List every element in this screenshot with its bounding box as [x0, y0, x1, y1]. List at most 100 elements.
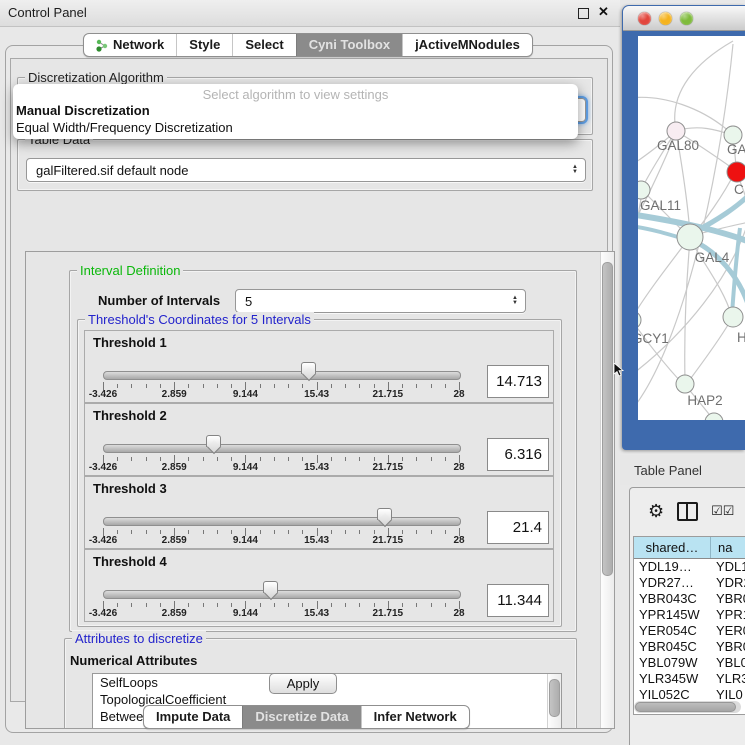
algorithm-option-equal-width[interactable]: Equal Width/Frequency Discretization [13, 120, 578, 137]
tick-mark [445, 457, 446, 461]
column-header[interactable]: shared… [634, 537, 711, 558]
float-window-icon[interactable] [578, 8, 589, 19]
network-node-h[interactable] [723, 307, 743, 327]
tick-label: 15.43 [304, 462, 329, 473]
close-icon[interactable]: ✕ [598, 4, 609, 20]
network-icon [96, 39, 108, 52]
tick-mark [374, 384, 375, 388]
network-graph: GAL80GACGAL11GAL4GCY1HHAP2 [638, 36, 745, 420]
threshold-value-input[interactable]: 14.713 [487, 365, 549, 398]
tick-mark [302, 530, 303, 534]
mac-close-icon[interactable] [638, 12, 651, 25]
network-edge[interactable] [638, 237, 690, 318]
threshold-slider-track[interactable] [103, 590, 461, 599]
table-horizontal-scrollbar-thumb[interactable] [635, 702, 736, 712]
table-data-combobox[interactable]: galFiltered.sif default node ▲▼ [26, 158, 586, 182]
tick-mark [445, 384, 446, 388]
slider-tick-labels: -3.4262.8599.14415.4321.71528 [103, 389, 459, 401]
tick-mark [274, 603, 275, 607]
tick-mark [231, 603, 232, 607]
cyni-toolbox-content: Discretization Algorithm ▲▼ Table Data g… [10, 58, 608, 702]
network-node-gcy1[interactable] [638, 311, 641, 329]
slider-tick-labels: -3.4262.8599.14415.4321.71528 [103, 608, 459, 620]
tick-label: -3.426 [89, 389, 117, 400]
threshold-row: Threshold 4-3.4262.8599.14415.4321.71528… [84, 549, 554, 622]
tick-mark [260, 530, 261, 534]
application-window: Control Panel ✕ Network Style SelectCyni T… [0, 0, 745, 745]
tick-mark [146, 384, 147, 388]
algorithm-option-manual[interactable]: Manual Discretization [13, 103, 578, 120]
table-cell: YDL1 [711, 559, 745, 575]
tick-mark [131, 603, 132, 607]
network-node[interactable] [705, 413, 723, 420]
tick-mark [231, 384, 232, 388]
threshold-value-input[interactable]: 11.344 [487, 584, 549, 617]
column-header[interactable]: na [711, 537, 745, 558]
table-horizontal-scrollbar[interactable] [634, 701, 741, 713]
tab-label: Infer Network [374, 706, 457, 728]
tick-mark [416, 603, 417, 607]
threshold-slider-track[interactable] [103, 444, 461, 453]
threshold-slider-thumb[interactable] [377, 508, 392, 528]
threshold-slider-thumb[interactable] [301, 362, 316, 382]
network-edge[interactable] [685, 239, 690, 381]
table-row[interactable]: YDR27…YDR2 [634, 575, 745, 591]
threshold-slider-track[interactable] [103, 517, 461, 526]
table-panel-titlebar: Table Panel [620, 455, 745, 485]
tick-label: 2.859 [162, 535, 187, 546]
apply-button[interactable]: Apply [269, 673, 337, 694]
network-node-hap2[interactable] [676, 375, 694, 393]
tab-label: Style [189, 34, 220, 56]
network-canvas[interactable]: GAL80GACGAL11GAL4GCY1HHAP2 [638, 36, 745, 420]
threshold-slider-thumb[interactable] [206, 435, 221, 455]
tab-select[interactable]: Select [232, 34, 295, 56]
threshold-slider-track[interactable] [103, 371, 461, 380]
threshold-value-input[interactable]: 6.316 [487, 438, 549, 471]
tick-mark [345, 384, 346, 388]
table-row[interactable]: YER054CYER0 [634, 623, 745, 639]
table-row[interactable]: YLR345WYLR3 [634, 671, 745, 687]
tick-mark [416, 384, 417, 388]
control-panel-titlebar: Control Panel ✕ [0, 0, 620, 27]
number-of-intervals-combobox[interactable]: 5 ▲▼ [235, 289, 526, 313]
table-row[interactable]: YBL079WYBL0 [634, 655, 745, 671]
tab-jactivemnodules[interactable]: jActiveMNodules [402, 34, 532, 56]
tab-style[interactable]: Style [176, 34, 232, 56]
tab-impute-data[interactable]: Impute Data [144, 706, 242, 728]
tick-mark [288, 530, 289, 534]
select-columns-checkboxes-icon[interactable]: ☑☑ [711, 503, 734, 519]
settings-scrollbar-thumb[interactable] [602, 262, 613, 576]
gear-icon[interactable]: ⚙ [648, 502, 664, 520]
threshold-slider-thumb[interactable] [263, 581, 278, 601]
attributes-scrollbar-thumb[interactable] [549, 679, 560, 717]
network-node-c[interactable] [727, 162, 745, 182]
tick-mark [288, 384, 289, 388]
network-edge[interactable] [688, 320, 731, 382]
tick-label: 15.43 [304, 535, 329, 546]
tick-label: -3.426 [89, 608, 117, 619]
tab-discretize-data[interactable]: Discretize Data [242, 706, 360, 728]
tick-mark [274, 457, 275, 461]
tab-network[interactable]: Network [84, 34, 176, 56]
table-row[interactable]: YBR043CYBR0 [634, 591, 745, 607]
tab-infer-network[interactable]: Infer Network [361, 706, 469, 728]
network-node-gal4[interactable] [677, 224, 703, 250]
table-row[interactable]: YPR145WYPR1 [634, 607, 745, 623]
attributes-scrollbar[interactable] [547, 674, 561, 729]
threshold-value-input[interactable]: 21.4 [487, 511, 549, 544]
settings-scrollpane: Interval Definition Number of Intervals … [25, 251, 615, 729]
settings-scrollbar[interactable] [600, 252, 614, 728]
node-label: H [737, 330, 745, 345]
table-cell: YBR043C [634, 591, 711, 607]
tick-mark [359, 384, 360, 388]
algorithm-placeholder-option[interactable]: Select algorithm to view settings [13, 87, 578, 103]
mac-zoom-icon[interactable] [680, 12, 693, 25]
tab-cyni-toolbox[interactable]: Cyni Toolbox [296, 34, 402, 56]
tick-label: 21.715 [373, 389, 404, 400]
table-cell: YLR345W [634, 671, 711, 687]
table-row[interactable]: YBR045CYBR0 [634, 639, 745, 655]
node-table: shared…na YDL19…YDL1YDR27…YDR2YBR043CYBR… [633, 536, 745, 715]
columns-icon[interactable] [677, 502, 698, 521]
table-row[interactable]: YDL19…YDL1 [634, 559, 745, 575]
mac-minimize-icon[interactable] [659, 12, 672, 25]
